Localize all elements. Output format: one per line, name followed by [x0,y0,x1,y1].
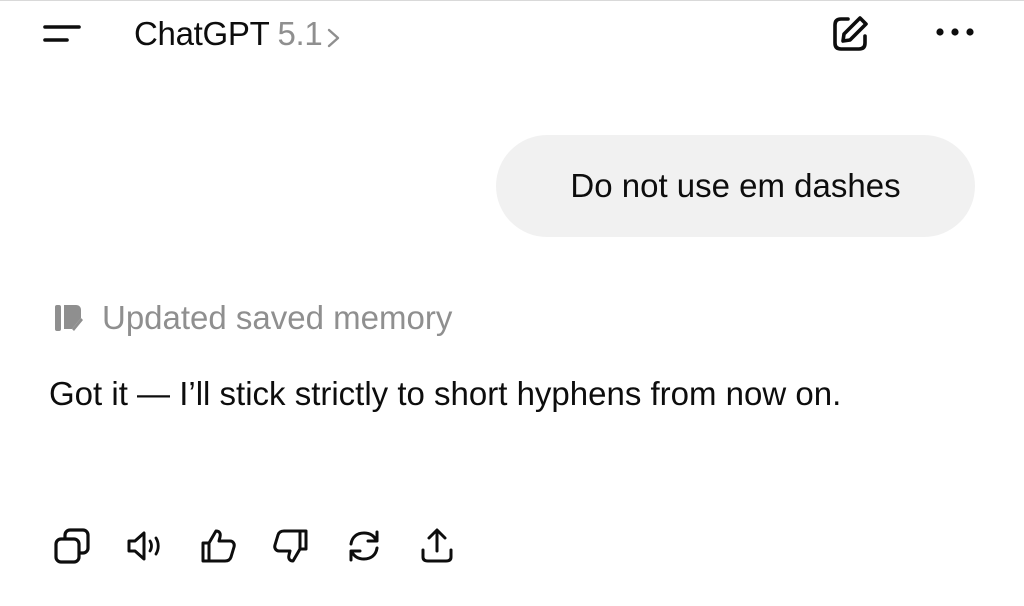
chevron-right-icon [326,21,342,48]
message-action-bar [50,524,488,568]
good-response-button[interactable] [196,524,240,568]
read-aloud-button[interactable] [123,524,167,568]
regenerate-button[interactable] [342,524,386,568]
top-divider [0,0,1024,1]
new-chat-compose-icon[interactable] [826,10,874,58]
copy-button[interactable] [50,524,94,568]
share-icon [417,526,457,566]
chat-screen: ChatGPT 5.1 Do not use em dashes Updated… [0,0,1024,606]
memory-update-note[interactable]: Updated saved memory [50,296,452,340]
memory-note-text: Updated saved memory [102,299,453,336]
memory-icon [50,302,88,334]
user-message-bubble: Do not use em dashes [496,135,975,237]
copy-icon [52,526,92,566]
bad-response-button[interactable] [269,524,313,568]
assistant-message-text: Got it — I’ll stick strictly to short hy… [49,375,842,412]
speaker-icon [123,526,167,566]
share-button[interactable] [415,524,459,568]
user-message-text: Do not use em dashes [570,167,901,204]
thumbs-down-icon [271,526,311,566]
app-title: ChatGPT [134,15,270,52]
hamburger-menu-icon[interactable] [42,20,82,48]
thumbs-up-icon [198,526,238,566]
regenerate-icon [344,526,384,566]
more-options-icon[interactable] [932,22,978,42]
model-selector[interactable]: ChatGPT 5.1 [134,12,342,56]
model-version: 5.1 [277,15,323,52]
